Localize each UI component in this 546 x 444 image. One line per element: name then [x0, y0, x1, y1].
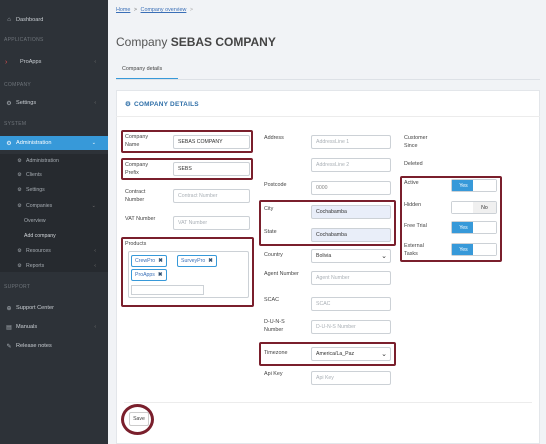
gear-icon: ⚙: [17, 263, 22, 269]
sidebar-item-label: Companies: [26, 203, 53, 209]
chevron-left-icon: ‹: [94, 59, 96, 65]
duns-number-label: D-U-N-S Number: [264, 319, 285, 333]
sidebar-subitem-companies[interactable]: ⚙ Companies ⌄: [0, 203, 108, 209]
highlight-timezone: [259, 342, 396, 366]
sidebar-item-label: Manuals: [16, 324, 38, 330]
sidebar-item-label: Clients: [26, 172, 42, 178]
gear-icon: ⚙: [17, 172, 22, 178]
sidebar-item-support-center[interactable]: ⊕ Support Center: [0, 302, 108, 314]
highlight-products: [121, 237, 254, 307]
gear-icon: ⚙: [17, 158, 22, 164]
country-select[interactable]: Bolivia ⌄: [311, 249, 391, 263]
tab-underline-divider: [116, 79, 540, 80]
vat-number-label: VAT Number: [125, 216, 156, 222]
book-icon: ▤: [6, 324, 12, 331]
highlight-city-state: [259, 200, 396, 246]
sidebar-item-label: Administration: [26, 158, 59, 164]
tab-company-details[interactable]: Company details: [116, 62, 178, 80]
postcode-input[interactable]: 0000: [311, 181, 391, 195]
sidebar-section-system: SYSTEM: [4, 121, 27, 127]
scac-label: SCAC: [264, 297, 279, 303]
megaphone-icon: ✎: [6, 343, 12, 350]
gear-icon: ⚙: [17, 203, 22, 209]
highlight-company-prefix: [121, 158, 253, 180]
sidebar-item-label: Settings: [26, 187, 45, 193]
chevron-left-icon: ‹: [94, 100, 96, 106]
globe-icon: ⊕: [6, 305, 12, 312]
sidebar-item-label: Settings: [16, 100, 37, 106]
page-title-company-name: SEBAS COMPANY: [170, 35, 276, 49]
highlight-save-button: [121, 404, 154, 435]
chevron-left-icon: ‹: [94, 263, 96, 269]
sidebar-section-support: SUPPORT: [4, 284, 31, 290]
home-icon: ⌂: [7, 17, 11, 23]
sidebar-subitem-resources[interactable]: ⚙ Resources ‹: [0, 248, 108, 254]
customer-since-label: Customer Since: [404, 135, 428, 149]
chevron-left-icon: ‹: [94, 324, 96, 330]
breadcrumb-separator: >: [189, 7, 194, 13]
country-label: Country: [264, 252, 283, 258]
page-title-prefix: Company: [116, 35, 168, 49]
card-title: ⚙ COMPANY DETAILS: [125, 100, 199, 108]
sidebar-subitem-reports[interactable]: ⚙ Reports ‹: [0, 263, 108, 269]
deleted-label: Deleted: [404, 161, 423, 167]
sidebar-item-label: Dashboard: [16, 17, 44, 23]
sidebar-section-applications: APPLICATIONS: [4, 37, 44, 43]
breadcrumb-overview-link[interactable]: Company overview: [141, 7, 187, 13]
sidebar-subitem-clients[interactable]: ⚙ Clients: [0, 172, 108, 178]
sidebar-item-label: Support Center: [16, 305, 54, 311]
chevron-left-icon: ‹: [94, 248, 96, 254]
sidebar-item-manuals[interactable]: ▤ Manuals ‹: [0, 321, 108, 333]
address-line2-input[interactable]: AddressLine 2: [311, 158, 391, 172]
sidebar-item-administration[interactable]: ⚙ Administration ⌄: [0, 136, 108, 150]
proapps-icon: ›: [5, 59, 8, 66]
address-line1-input[interactable]: AddressLine 1: [311, 135, 391, 149]
chevron-down-icon: ⌄: [381, 253, 387, 260]
page-title: Company SEBAS COMPANY: [116, 35, 276, 49]
sidebar-subitem-settings[interactable]: ⚙ Settings: [0, 187, 108, 193]
agent-number-label: Agent Number: [264, 271, 299, 277]
sidebar-item-proapps[interactable]: › ProApps ‹: [0, 56, 108, 68]
breadcrumb-home-link[interactable]: Home: [116, 7, 130, 13]
postcode-label: Postcode: [264, 182, 287, 188]
gear-icon: ⚙: [17, 248, 22, 254]
contract-number-input[interactable]: Contract Number: [173, 189, 250, 203]
card-footer-divider: [124, 402, 532, 403]
sidebar-item-settings[interactable]: ⚙ Settings ‹: [0, 97, 108, 109]
sidebar-section-company: COMPANY: [4, 82, 32, 88]
sidebar-item-label: Resources: [26, 248, 51, 254]
sidebar-item-dashboard[interactable]: ⌂ Dashboard: [0, 14, 108, 26]
chevron-down-icon: ⌄: [91, 203, 96, 209]
gear-icon: ⚙: [6, 100, 12, 107]
gear-icon: ⚙: [125, 101, 132, 108]
scac-input[interactable]: SCAC: [311, 297, 391, 311]
breadcrumb-separator: >: [133, 7, 138, 13]
highlight-company-name: [121, 130, 253, 153]
sidebar-subitem-add-company[interactable]: Add company: [24, 233, 56, 239]
highlight-toggles: [400, 176, 502, 262]
duns-number-input[interactable]: D-U-N-S Number: [311, 320, 391, 334]
sidebar-item-label: Release notes: [16, 343, 52, 349]
agent-number-input[interactable]: Agent Number: [311, 271, 391, 285]
sidebar-subitem-administration[interactable]: ⚙ Administration: [0, 158, 108, 164]
sidebar: ⌂ Dashboard APPLICATIONS › ProApps ‹ COM…: [0, 0, 108, 444]
vat-number-input[interactable]: VAT Number: [173, 216, 250, 230]
country-select-value: Bolivia: [316, 253, 332, 259]
card-title-text: COMPANY DETAILS: [134, 101, 199, 108]
sidebar-item-label: Reports: [26, 263, 45, 269]
sidebar-item-label: Administration: [16, 140, 52, 146]
sidebar-item-label: ProApps: [20, 59, 42, 65]
api-key-label: Api Key: [264, 371, 283, 377]
sidebar-item-release-notes[interactable]: ✎ Release notes: [0, 340, 108, 352]
breadcrumb: Home > Company overview >: [116, 7, 195, 13]
chevron-down-icon: ⌄: [91, 140, 96, 146]
card-divider: [116, 116, 540, 117]
address-label: Address: [264, 135, 284, 141]
gear-icon: ⚙: [6, 140, 12, 147]
api-key-input[interactable]: Api Key: [311, 371, 391, 385]
sidebar-subitem-overview[interactable]: Overview: [24, 218, 46, 224]
gear-icon: ⚙: [17, 187, 22, 193]
contract-number-label: Contract Number: [125, 189, 146, 203]
